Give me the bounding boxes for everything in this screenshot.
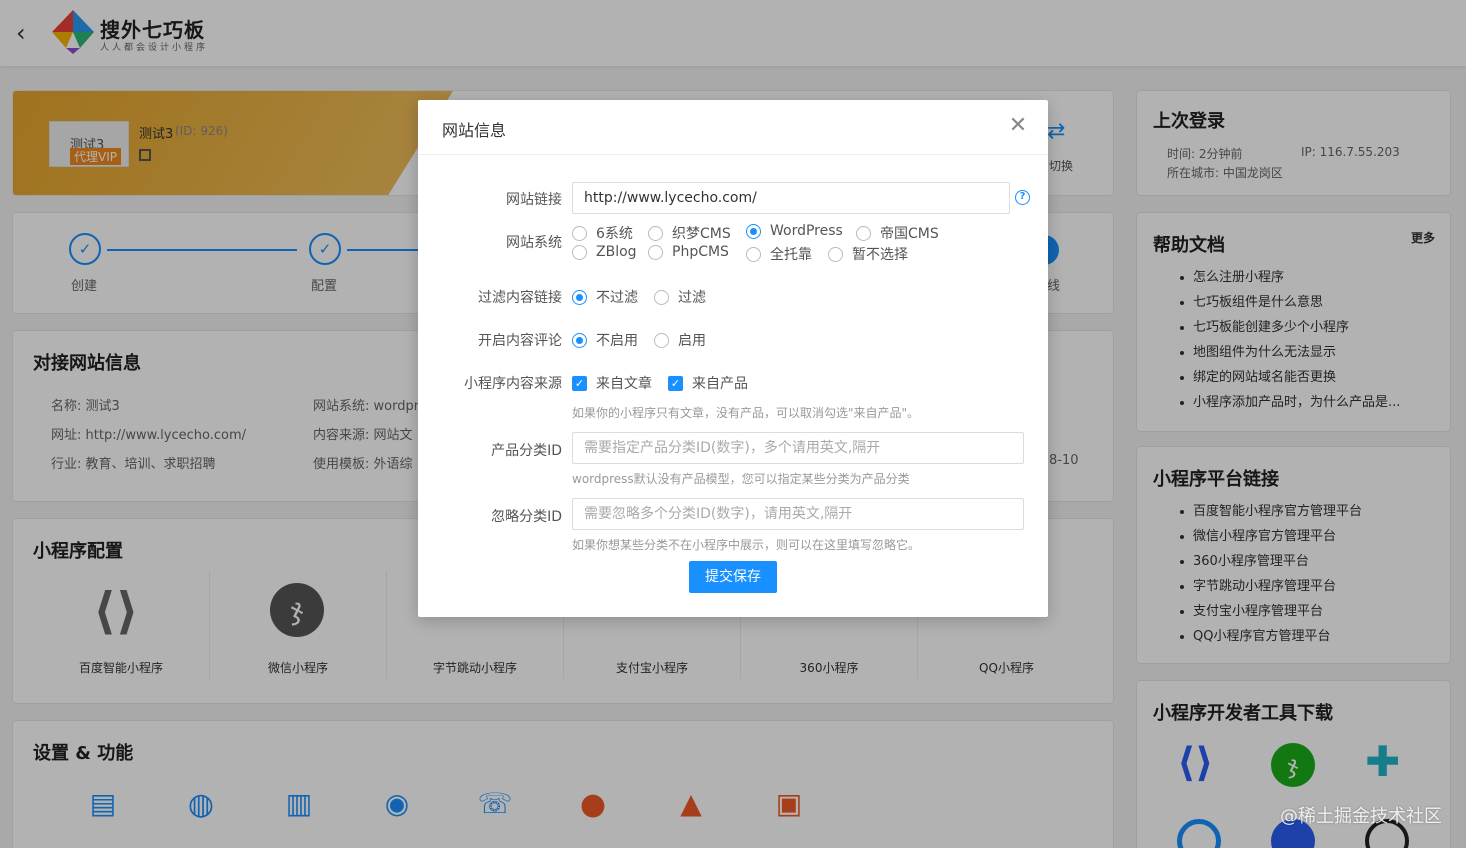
url-input[interactable]: [572, 182, 1010, 214]
modal-title: 网站信息: [442, 121, 507, 140]
radio-no-filter[interactable]: 不过滤: [572, 287, 638, 307]
radio-wordpress[interactable]: WordPress: [746, 223, 843, 239]
radio-comment-off[interactable]: 不启用: [572, 330, 638, 350]
checkbox-checked-icon: ✓: [668, 375, 683, 391]
radio-icon: [856, 225, 871, 241]
radio-icon: [746, 246, 761, 262]
radio-none[interactable]: 暂不选择: [828, 244, 908, 264]
radio-label: 启用: [678, 333, 706, 349]
checkbox-products[interactable]: ✓ 来自产品: [668, 373, 748, 393]
radio-icon: [648, 244, 663, 260]
radio-label: 6系统: [596, 226, 633, 242]
source-label: 小程序内容来源: [464, 376, 562, 392]
radio-icon: [572, 225, 587, 241]
product-cat-label: 产品分类ID: [491, 443, 562, 459]
site-info-modal: 网站信息 ✕ 网站链接 ? 网站系统 6系统 织梦CMS WordPress 帝…: [418, 100, 1048, 617]
ignore-cat-hint: 如果你想某些分类不在小程序中展示，则可以在这里填写忽略它。: [572, 538, 921, 552]
radio-label: 不过滤: [596, 290, 638, 306]
checkbox-articles[interactable]: ✓ 来自文章: [572, 373, 652, 393]
comment-label: 开启内容评论: [478, 333, 562, 349]
radio-quantuokao[interactable]: 全托靠: [746, 244, 812, 264]
radio-label: 全托靠: [770, 247, 812, 263]
radio-icon: [828, 246, 843, 262]
radio-comment-on[interactable]: 启用: [654, 330, 706, 350]
ignore-cat-label: 忽略分类ID: [491, 509, 562, 525]
radio-label: PhpCMS: [672, 244, 729, 260]
radio-label: 织梦CMS: [672, 226, 731, 242]
checkbox-label: 来自文章: [596, 376, 652, 392]
radio-icon: [654, 332, 669, 348]
radio-label: 不启用: [596, 333, 638, 349]
radio-selected-icon: [572, 289, 587, 305]
filter-label: 过滤内容链接: [478, 290, 562, 306]
ignore-cat-input[interactable]: [572, 498, 1024, 530]
radio-label: 暂不选择: [852, 247, 908, 263]
help-icon[interactable]: ?: [1015, 190, 1030, 205]
radio-6system[interactable]: 6系统: [572, 223, 633, 243]
radio-zblog[interactable]: ZBlog: [572, 244, 637, 260]
radio-label: 帝国CMS: [880, 226, 939, 242]
radio-label: WordPress: [770, 223, 843, 239]
watermark: @稀土掘金技术社区: [1280, 806, 1442, 827]
submit-button[interactable]: 提交保存: [689, 561, 777, 593]
checkbox-checked-icon: ✓: [572, 375, 587, 391]
radio-selected-icon: [746, 223, 761, 239]
radio-selected-icon: [572, 332, 587, 348]
source-hint: 如果你的小程序只有文章，没有产品，可以取消勾选"来自产品"。: [572, 406, 920, 420]
radio-label: 过滤: [678, 290, 706, 306]
radio-label: ZBlog: [596, 244, 637, 260]
radio-icon: [572, 244, 587, 260]
product-cat-input[interactable]: [572, 432, 1024, 464]
radio-icon: [648, 225, 663, 241]
checkbox-label: 来自产品: [692, 376, 748, 392]
url-label: 网站链接: [506, 192, 562, 208]
modal-header: 网站信息 ✕: [418, 100, 1048, 155]
radio-empirecms[interactable]: 帝国CMS: [856, 223, 939, 243]
radio-phpcms[interactable]: PhpCMS: [648, 244, 729, 260]
product-cat-hint: wordpress默认没有产品模型，您可以指定某些分类为产品分类: [572, 472, 910, 486]
radio-dedecms[interactable]: 织梦CMS: [648, 223, 731, 243]
close-icon[interactable]: ✕: [1006, 114, 1030, 138]
radio-filter[interactable]: 过滤: [654, 287, 706, 307]
radio-icon: [654, 289, 669, 305]
system-label: 网站系统: [506, 235, 562, 251]
